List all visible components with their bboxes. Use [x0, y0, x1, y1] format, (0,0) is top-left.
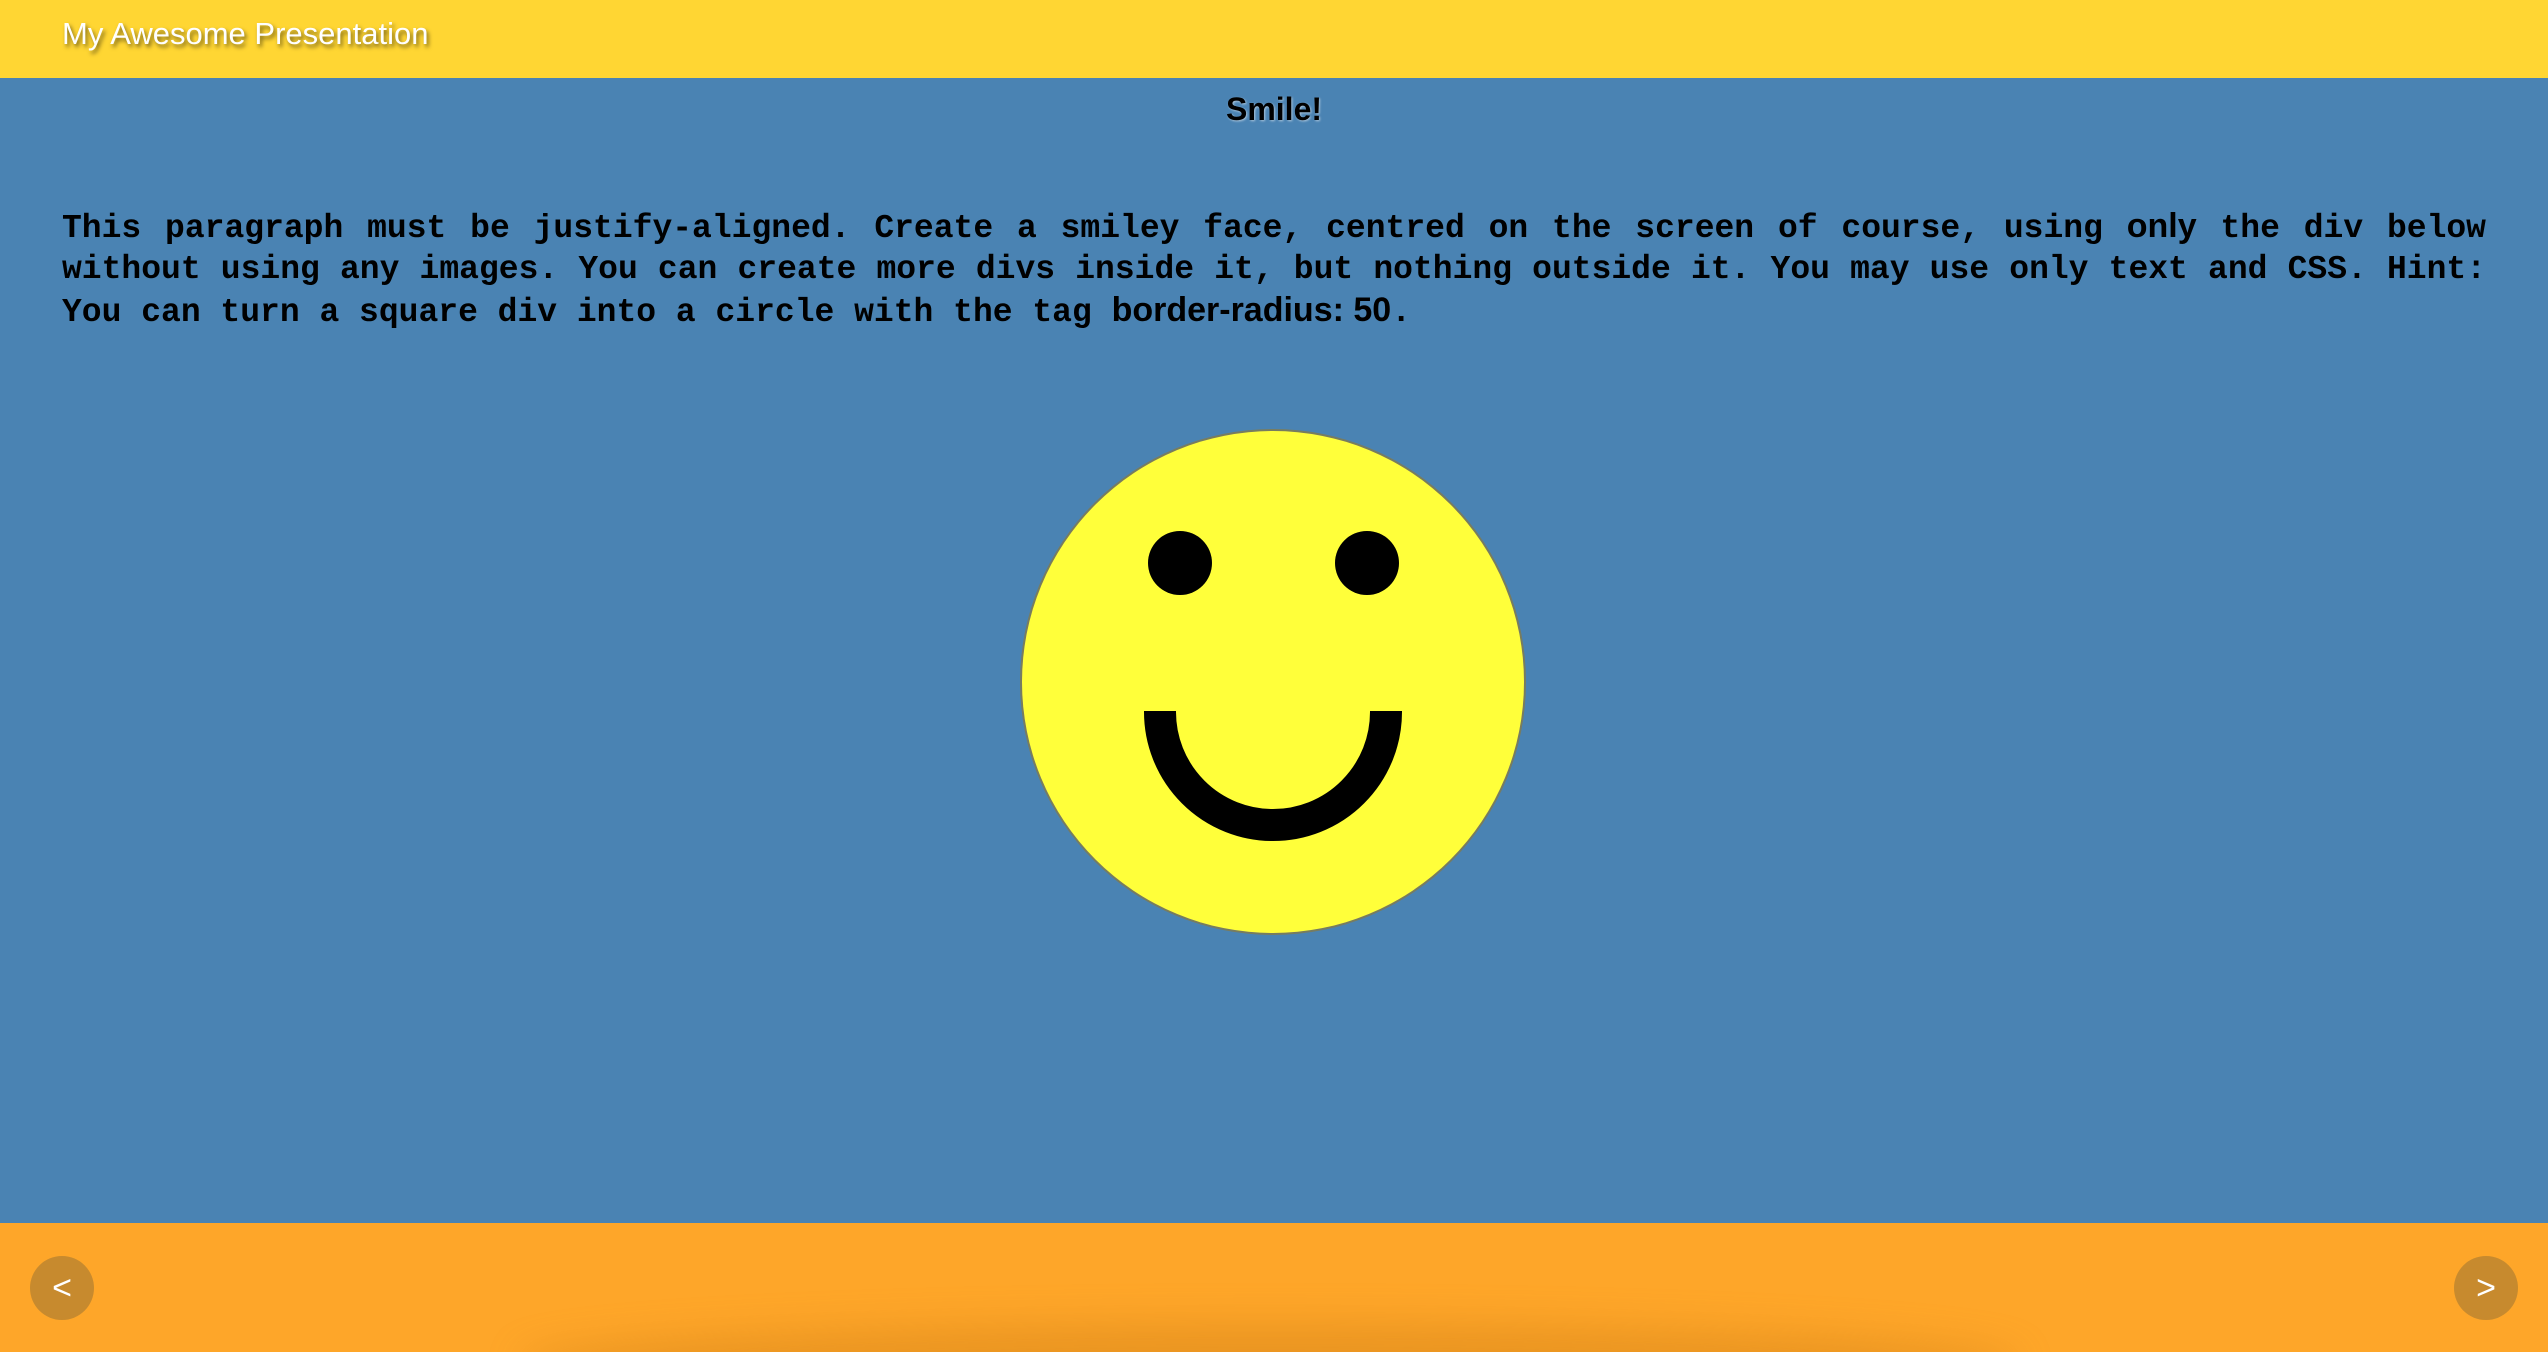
paragraph-text-1: This paragraph must be justify-aligned. … — [62, 210, 2127, 247]
presentation-header: My Awesome Presentation — [0, 0, 2548, 78]
instruction-paragraph: This paragraph must be justify-aligned. … — [62, 206, 2486, 333]
paragraph-emphasis-border-radius: border-radius: 50 — [1111, 291, 1392, 329]
paragraph-emphasis-only: only — [2126, 207, 2197, 245]
slide-content: Smile! This paragraph must be justify-al… — [0, 78, 2548, 1223]
smiley-face — [1022, 431, 1524, 933]
smiley-left-eye — [1148, 531, 1212, 595]
slide-heading: Smile! — [1225, 91, 1323, 127]
previous-slide-button[interactable]: < — [30, 1256, 94, 1320]
presentation-footer: < > — [0, 1223, 2548, 1352]
paragraph-text-3: . — [1391, 294, 1412, 331]
footer-shadow — [520, 1323, 2020, 1352]
presentation-title: My Awesome Presentation — [62, 16, 429, 51]
smiley-mouth — [1144, 711, 1402, 843]
smiley-right-eye — [1335, 531, 1399, 595]
next-slide-button[interactable]: > — [2454, 1256, 2518, 1320]
smiley-mouth-arc — [1144, 711, 1402, 841]
